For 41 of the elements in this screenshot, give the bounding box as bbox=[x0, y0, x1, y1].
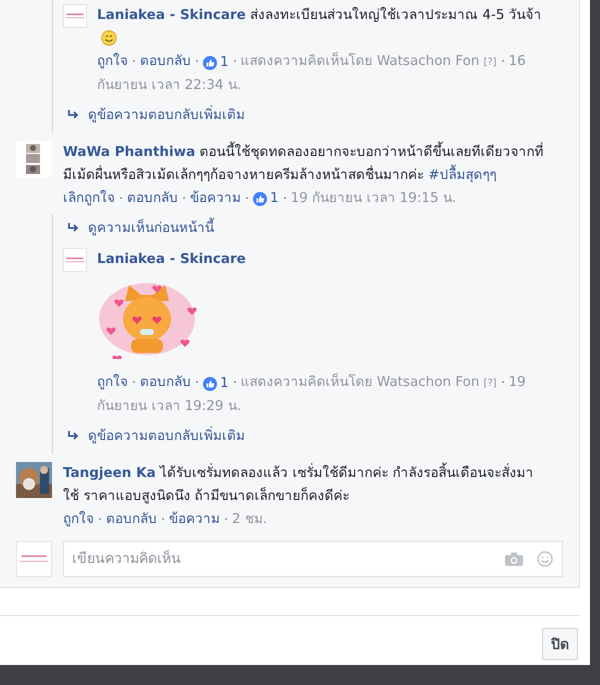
action-link[interactable]: ข้อความ bbox=[190, 190, 241, 206]
comment-text: Tangjeen Ka ได้รับเซรั่มทดลองแล้ว เซรั่มใช้ดีมากค่ะ กำลังรอสิ้นเดือนจะสั่งมาใช้ ราคาแอบสูงนิดนึง ถ้ามีขนาดเล็กขายก็คงดีค่ะ bbox=[63, 462, 549, 508]
comment-actions: ถูกใจ ตอบกลับ 1 แสดงความคิดเห็นโดย Watsachon Fon [?] 19 กันยายน เวลา 19:29 น. bbox=[97, 371, 527, 416]
action-link[interactable]: ตอบกลับ bbox=[106, 511, 157, 527]
action-link[interactable]: เลิกถูกใจ bbox=[63, 190, 115, 206]
camera-icon bbox=[505, 552, 523, 566]
comment-text: WaWa Phanthiwa ตอนนี้ใช้ชุดทดลองอยากจะบอกว่าหน้าดีขึ้นเลยทีเดียวจากที่มีเม้ดผื่นหรือสิวเม้ดเล้กๆๆก้อจางหายครีมล้างหน้าสดชื่นมากค่ะ #ปลื้มสุดๆๆ bbox=[63, 141, 549, 187]
comment-actions: เลิกถูกใจ ตอบกลับ ข้อความ 1 19 กันยายน เวลา 19:15 น. bbox=[63, 187, 549, 210]
reply-arrow-icon bbox=[67, 109, 80, 119]
more-replies-link[interactable]: ดูความเห็นก่อนหน้านี้ bbox=[88, 216, 214, 238]
author-name[interactable]: Laniakea - Skincare bbox=[97, 251, 246, 267]
logo-avatar bbox=[63, 248, 87, 272]
like-icon bbox=[253, 192, 267, 206]
author-name[interactable]: WaWa Phanthiwa bbox=[63, 144, 196, 160]
reply-arrow-icon bbox=[67, 222, 80, 232]
more-replies-link[interactable]: ดูข้อความตอบกลับเพิ่มเติม bbox=[88, 424, 245, 446]
like-icon bbox=[203, 376, 217, 390]
reply-arrow-icon bbox=[67, 430, 80, 440]
comment-actions: ถูกใจ ตอบกลับ ข้อความ 2 ชม. bbox=[63, 510, 268, 529]
close-button[interactable]: ปิด bbox=[542, 628, 578, 660]
action-link[interactable]: ตอบกลับ bbox=[140, 374, 191, 390]
comment-field[interactable]: เขียนความคิดเห็น bbox=[63, 541, 563, 577]
action-link[interactable]: ถูกใจ bbox=[63, 511, 94, 527]
author-name[interactable]: Laniakea - Skincare bbox=[97, 7, 246, 23]
action-link[interactable]: ถูกใจ bbox=[97, 374, 128, 390]
like-icon bbox=[203, 56, 217, 70]
action-link[interactable]: ตอบกลับ bbox=[127, 190, 178, 206]
more-replies-link[interactable]: ดูข้อความตอบกลับเพิ่มเติม bbox=[88, 103, 245, 125]
comment-actions: ถูกใจ ตอบกลับ 1 แสดงความคิดเห็นโดย Watsachon Fon [?] 16 กันยายน เวลา 22:34 น. bbox=[97, 50, 527, 95]
emoji-icon bbox=[537, 551, 553, 567]
action-link[interactable]: ถูกใจ bbox=[97, 53, 128, 69]
author-name[interactable]: Tangjeen Ka bbox=[63, 465, 156, 481]
comment-text: Laniakea - Skincare ส่งลงทะเบียนส่วนใหญ่ใช้เวลาประมาณ 4-5 วันจ้า bbox=[97, 4, 549, 50]
like-count[interactable]: 1 bbox=[220, 372, 229, 395]
logo-avatar bbox=[63, 4, 87, 28]
logo-avatar bbox=[16, 541, 52, 577]
action-link[interactable]: ข้อความ bbox=[169, 511, 220, 527]
like-count[interactable]: 1 bbox=[220, 51, 229, 74]
like-count[interactable]: 1 bbox=[270, 187, 279, 210]
hashtag-link[interactable]: #ปลื้มสุดๆๆ bbox=[428, 167, 497, 183]
action-link[interactable]: ตอบกลับ bbox=[140, 53, 191, 69]
